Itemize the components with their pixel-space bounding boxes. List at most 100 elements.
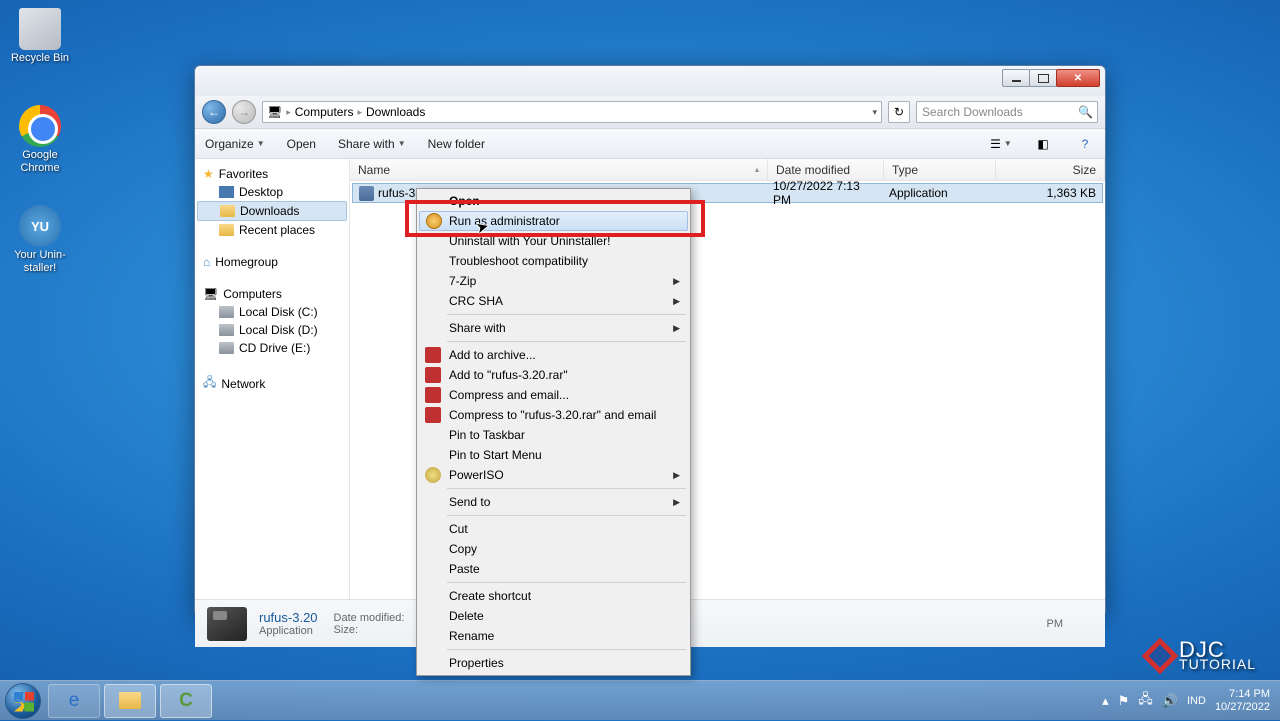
start-button[interactable] [0,681,46,721]
maximize-button[interactable] [1029,69,1057,87]
action-center-icon[interactable]: ⚑ [1118,693,1130,709]
ctx-add-to-rar[interactable]: Add to "rufus-3.20.rar" [419,365,688,385]
ctx-open[interactable]: Open [419,191,688,211]
sidebar-item-cd-drive[interactable]: CD Drive (E:) [195,339,349,357]
ctx-pin-start[interactable]: Pin to Start Menu [419,445,688,465]
clock[interactable]: 7:14 PM 10/27/2022 [1215,688,1270,712]
ctx-paste[interactable]: Paste [419,559,688,579]
help-button[interactable]: ? [1075,134,1095,154]
preview-pane-button[interactable]: ◧ [1033,134,1053,154]
navigation-pane: ★Favorites Desktop Downloads Recent plac… [195,159,350,599]
column-type[interactable]: Type [884,159,996,180]
taskbar: e C ▴ ⚑ 🖧 🔊 IND 7:14 PM 10/27/2022 [0,680,1280,720]
open-button[interactable]: Open [287,137,316,151]
computer-icon: 🖥 [267,105,282,119]
drive-icon [219,324,234,336]
sidebar-favorites[interactable]: ★Favorites [195,165,349,183]
submenu-arrow-icon: ▶ [673,497,680,508]
breadcrumb-segment[interactable]: Computers [295,105,354,119]
ctx-troubleshoot[interactable]: Troubleshoot compatibility [419,251,688,271]
ctx-add-archive[interactable]: Add to archive... [419,345,688,365]
search-input[interactable]: Search Downloads 🔍 [916,101,1098,123]
share-with-button[interactable]: Share with▼ [338,137,406,151]
sidebar-item-disk-c[interactable]: Local Disk (C:) [195,303,349,321]
taskbar-ie[interactable]: e [48,684,100,718]
ctx-poweriso[interactable]: PowerISO▶ [419,465,688,485]
language-indicator[interactable]: IND [1187,695,1206,707]
ctx-rename[interactable]: Rename [419,626,688,646]
system-tray: ▴ ⚑ 🖧 🔊 IND 7:14 PM 10/27/2022 [1092,688,1280,712]
column-name[interactable]: Name▴ [350,159,768,180]
taskbar-explorer[interactable] [104,684,156,718]
ctx-share-with[interactable]: Share with▶ [419,318,688,338]
address-bar[interactable]: 🖥 ▸ Computers ▸ Downloads ▾ [262,101,882,123]
file-type: Application [883,186,995,200]
chevron-down-icon: ▼ [398,139,406,148]
minimize-button[interactable] [1002,69,1030,87]
view-options-button[interactable]: ☰▼ [991,134,1011,154]
titlebar[interactable] [195,66,1105,96]
ctx-uninstall[interactable]: Uninstall with Your Uninstaller! [419,231,688,251]
chevron-right-icon: ▸ [357,107,362,118]
organize-button[interactable]: Organize▼ [205,137,265,151]
desktop-icon-your-uninstaller[interactable]: YU Your Unin-staller! [5,205,75,275]
back-button[interactable]: ← [202,100,226,124]
your-uninstaller-icon: YU [19,205,61,247]
clock-time: 7:14 PM [1215,688,1270,700]
winrar-icon [425,407,441,423]
ctx-create-shortcut[interactable]: Create shortcut [419,586,688,606]
ctx-cut[interactable]: Cut [419,519,688,539]
ctx-crc-sha[interactable]: CRC SHA▶ [419,291,688,311]
sidebar-item-downloads[interactable]: Downloads [197,201,347,221]
watermark-logo: DJCTUTORIAL [1147,641,1256,670]
icon-label: Google Chrome [5,149,75,175]
network-icon: 🖧 [203,373,216,394]
ctx-7zip[interactable]: 7-Zip▶ [419,271,688,291]
volume-icon[interactable]: 🔊 [1162,693,1178,709]
submenu-arrow-icon: ▶ [673,276,680,287]
winrar-icon [425,347,441,363]
show-hidden-icon[interactable]: ▴ [1102,693,1109,709]
ctx-delete[interactable]: Delete [419,606,688,626]
nav-bar: ← → 🖥 ▸ Computers ▸ Downloads ▾ ↻ Search… [195,96,1105,129]
separator [447,515,686,516]
close-button[interactable] [1056,69,1100,87]
column-size[interactable]: Size [996,159,1105,180]
network-tray-icon[interactable]: 🖧 [1138,690,1153,712]
icon-label: Your Unin-staller! [5,249,75,275]
ctx-run-as-administrator[interactable]: Run as administrator [419,211,688,231]
desktop-icon-recycle-bin[interactable]: Recycle Bin [5,8,75,65]
refresh-button[interactable]: ↻ [888,101,910,123]
separator [447,649,686,650]
sidebar-item-recent[interactable]: Recent places [195,221,349,239]
ctx-send-to[interactable]: Send to▶ [419,492,688,512]
ctx-compress-email[interactable]: Compress and email... [419,385,688,405]
ctx-pin-taskbar[interactable]: Pin to Taskbar [419,425,688,445]
ctx-copy[interactable]: Copy [419,539,688,559]
dropdown-icon[interactable]: ▾ [872,107,877,118]
details-type: Application [259,625,318,637]
column-date[interactable]: Date modified [768,159,884,180]
submenu-arrow-icon: ▶ [673,470,680,481]
sidebar-computers[interactable]: 🖥Computers [195,285,349,303]
breadcrumb-segment[interactable]: Downloads [366,105,425,119]
sidebar-network[interactable]: 🖧Network [195,371,349,396]
taskbar-camtasia[interactable]: C [160,684,212,718]
new-folder-button[interactable]: New folder [428,137,485,151]
ctx-compress-to-email[interactable]: Compress to "rufus-3.20.rar" and email [419,405,688,425]
file-name: rufus-3 [378,186,415,200]
folder-icon [119,692,141,709]
details-date-suffix: PM [1047,618,1064,630]
sidebar-homegroup[interactable]: ⌂Homegroup [195,253,349,271]
sidebar-item-desktop[interactable]: Desktop [195,183,349,201]
search-placeholder: Search Downloads [922,105,1023,119]
separator [447,341,686,342]
sidebar-item-disk-d[interactable]: Local Disk (D:) [195,321,349,339]
computer-icon: 🖥 [203,287,218,301]
cd-icon [219,342,234,354]
desktop-icon-chrome[interactable]: Google Chrome [5,105,75,175]
ctx-properties[interactable]: Properties [419,653,688,673]
separator [447,488,686,489]
separator [447,582,686,583]
winrar-icon [425,387,441,403]
